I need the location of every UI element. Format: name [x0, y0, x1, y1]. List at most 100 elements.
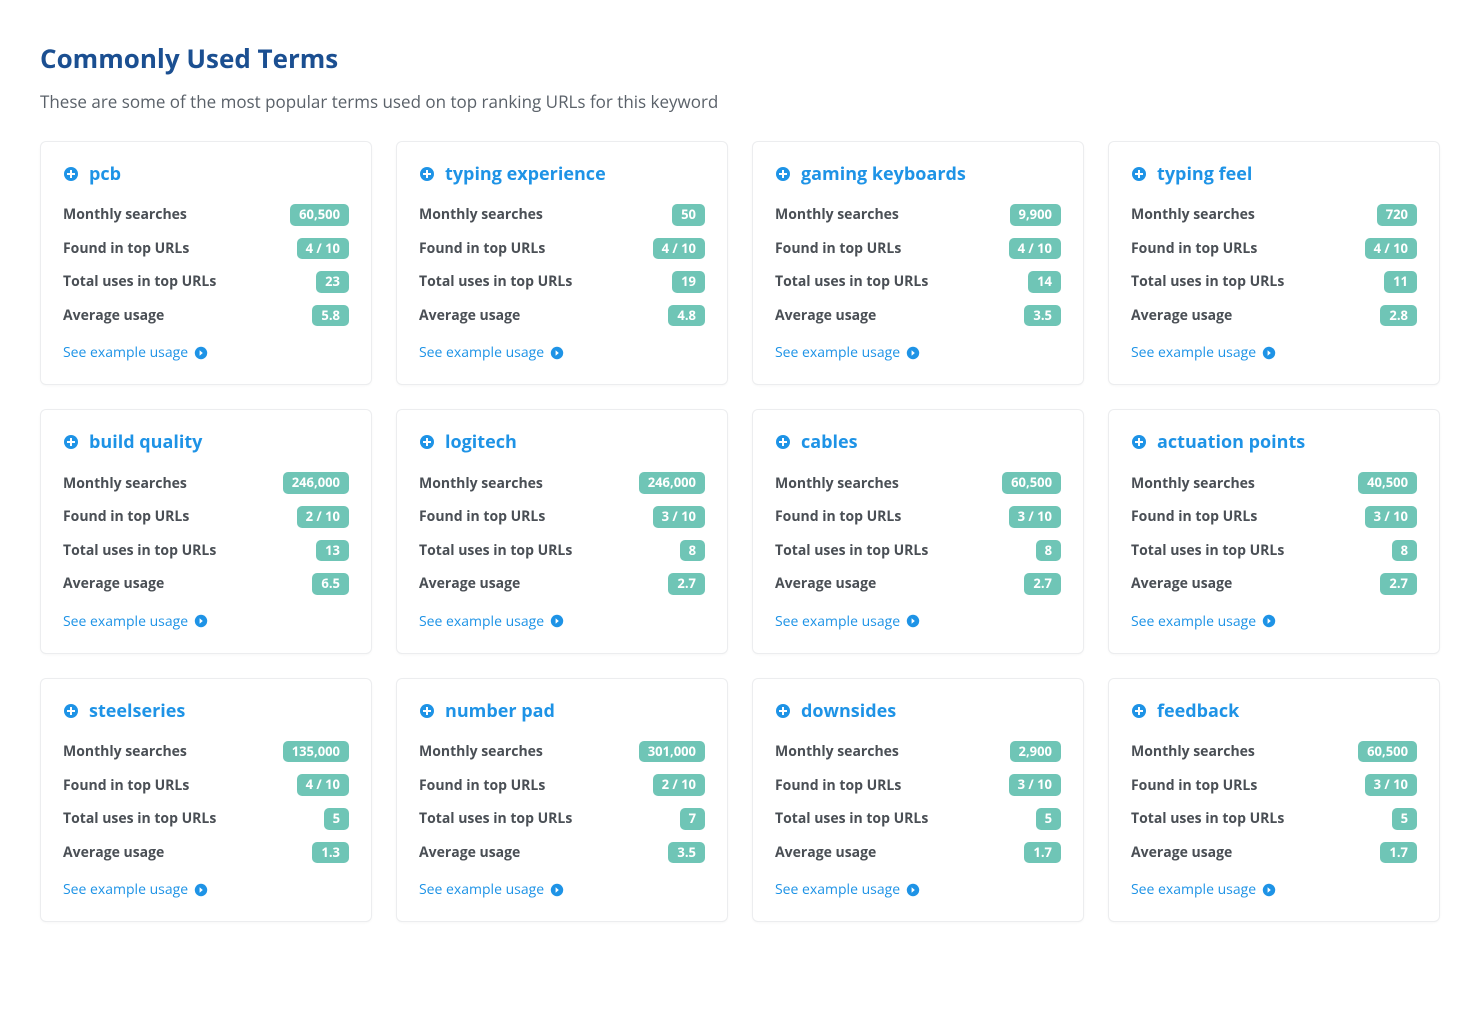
- see-example-link[interactable]: See example usage: [419, 343, 564, 362]
- value-found-in-top: 4 / 10: [297, 238, 349, 260]
- term-card: pcb Monthly searches 60,500 Found in top…: [40, 141, 372, 385]
- label-total-uses: Total uses in top URLs: [1131, 809, 1284, 828]
- see-example-label: See example usage: [775, 343, 900, 362]
- value-found-in-top: 4 / 10: [297, 774, 349, 796]
- see-example-link[interactable]: See example usage: [419, 612, 564, 631]
- see-example-label: See example usage: [63, 612, 188, 631]
- term-title[interactable]: steelseries: [63, 699, 349, 723]
- value-found-in-top: 3 / 10: [1009, 506, 1061, 528]
- term-title[interactable]: build quality: [63, 430, 349, 454]
- value-total-uses: 8: [1036, 540, 1061, 562]
- label-monthly-searches: Monthly searches: [63, 742, 187, 761]
- term-name: steelseries: [89, 699, 185, 723]
- term-card: steelseries Monthly searches 135,000 Fou…: [40, 678, 372, 922]
- arrow-circle-right-icon: [194, 614, 208, 628]
- term-name: feedback: [1157, 699, 1239, 723]
- see-example-label: See example usage: [1131, 880, 1256, 899]
- label-monthly-searches: Monthly searches: [775, 742, 899, 761]
- see-example-link[interactable]: See example usage: [775, 880, 920, 899]
- term-card: gaming keyboards Monthly searches 9,900 …: [752, 141, 1084, 385]
- value-total-uses: 19: [672, 271, 705, 293]
- arrow-circle-right-icon: [1262, 614, 1276, 628]
- term-name: cables: [801, 430, 858, 454]
- term-title[interactable]: feedback: [1131, 699, 1417, 723]
- value-average-usage: 3.5: [1024, 305, 1061, 327]
- label-found-in-top: Found in top URLs: [419, 239, 545, 258]
- term-card: cables Monthly searches 60,500 Found in …: [752, 409, 1084, 653]
- label-total-uses: Total uses in top URLs: [775, 541, 928, 560]
- term-card: actuation points Monthly searches 40,500…: [1108, 409, 1440, 653]
- label-monthly-searches: Monthly searches: [775, 205, 899, 224]
- terms-grid: pcb Monthly searches 60,500 Found in top…: [40, 141, 1440, 922]
- value-average-usage: 2.8: [1380, 305, 1417, 327]
- term-title[interactable]: typing feel: [1131, 162, 1417, 186]
- plus-circle-icon: [63, 166, 79, 182]
- label-average-usage: Average usage: [1131, 306, 1232, 325]
- arrow-circle-right-icon: [906, 614, 920, 628]
- see-example-link[interactable]: See example usage: [775, 343, 920, 362]
- term-name: logitech: [445, 430, 517, 454]
- value-average-usage: 1.3: [312, 842, 349, 864]
- value-monthly-searches: 9,900: [1010, 204, 1061, 226]
- plus-circle-icon: [775, 434, 791, 450]
- value-monthly-searches: 50: [672, 204, 705, 226]
- see-example-label: See example usage: [1131, 612, 1256, 631]
- label-total-uses: Total uses in top URLs: [63, 541, 216, 560]
- value-average-usage: 5.8: [312, 305, 349, 327]
- arrow-circle-right-icon: [1262, 346, 1276, 360]
- value-total-uses: 13: [316, 540, 349, 562]
- label-average-usage: Average usage: [775, 306, 876, 325]
- term-title[interactable]: logitech: [419, 430, 705, 454]
- page-subtitle: These are some of the most popular terms…: [40, 90, 1440, 113]
- term-name: downsides: [801, 699, 896, 723]
- label-total-uses: Total uses in top URLs: [419, 272, 572, 291]
- term-title[interactable]: downsides: [775, 699, 1061, 723]
- value-found-in-top: 4 / 10: [1009, 238, 1061, 260]
- term-title[interactable]: typing experience: [419, 162, 705, 186]
- value-total-uses: 5: [1392, 808, 1417, 830]
- value-monthly-searches: 301,000: [639, 741, 705, 763]
- see-example-link[interactable]: See example usage: [1131, 612, 1276, 631]
- label-total-uses: Total uses in top URLs: [419, 541, 572, 560]
- see-example-link[interactable]: See example usage: [1131, 343, 1276, 362]
- value-average-usage: 1.7: [1024, 842, 1061, 864]
- term-card: downsides Monthly searches 2,900 Found i…: [752, 678, 1084, 922]
- label-found-in-top: Found in top URLs: [1131, 776, 1257, 795]
- term-title[interactable]: gaming keyboards: [775, 162, 1061, 186]
- label-average-usage: Average usage: [775, 843, 876, 862]
- term-title[interactable]: actuation points: [1131, 430, 1417, 454]
- label-found-in-top: Found in top URLs: [775, 776, 901, 795]
- label-average-usage: Average usage: [419, 574, 520, 593]
- see-example-link[interactable]: See example usage: [63, 343, 208, 362]
- see-example-link[interactable]: See example usage: [63, 880, 208, 899]
- value-monthly-searches: 40,500: [1358, 472, 1417, 494]
- label-monthly-searches: Monthly searches: [1131, 474, 1255, 493]
- label-average-usage: Average usage: [775, 574, 876, 593]
- plus-circle-icon: [63, 434, 79, 450]
- label-found-in-top: Found in top URLs: [1131, 239, 1257, 258]
- term-title[interactable]: cables: [775, 430, 1061, 454]
- see-example-link[interactable]: See example usage: [419, 880, 564, 899]
- term-card: logitech Monthly searches 246,000 Found …: [396, 409, 728, 653]
- label-monthly-searches: Monthly searches: [419, 742, 543, 761]
- plus-circle-icon: [775, 166, 791, 182]
- label-monthly-searches: Monthly searches: [63, 474, 187, 493]
- value-monthly-searches: 246,000: [283, 472, 349, 494]
- label-average-usage: Average usage: [63, 306, 164, 325]
- see-example-link[interactable]: See example usage: [1131, 880, 1276, 899]
- value-total-uses: 5: [324, 808, 349, 830]
- label-monthly-searches: Monthly searches: [63, 205, 187, 224]
- plus-circle-icon: [419, 166, 435, 182]
- term-title[interactable]: number pad: [419, 699, 705, 723]
- label-monthly-searches: Monthly searches: [419, 205, 543, 224]
- term-title[interactable]: pcb: [63, 162, 349, 186]
- value-average-usage: 3.5: [668, 842, 705, 864]
- label-monthly-searches: Monthly searches: [1131, 205, 1255, 224]
- arrow-circle-right-icon: [550, 883, 564, 897]
- value-monthly-searches: 60,500: [1358, 741, 1417, 763]
- page-title: Commonly Used Terms: [40, 40, 1440, 76]
- see-example-link[interactable]: See example usage: [775, 612, 920, 631]
- label-found-in-top: Found in top URLs: [419, 776, 545, 795]
- plus-circle-icon: [419, 434, 435, 450]
- see-example-link[interactable]: See example usage: [63, 612, 208, 631]
